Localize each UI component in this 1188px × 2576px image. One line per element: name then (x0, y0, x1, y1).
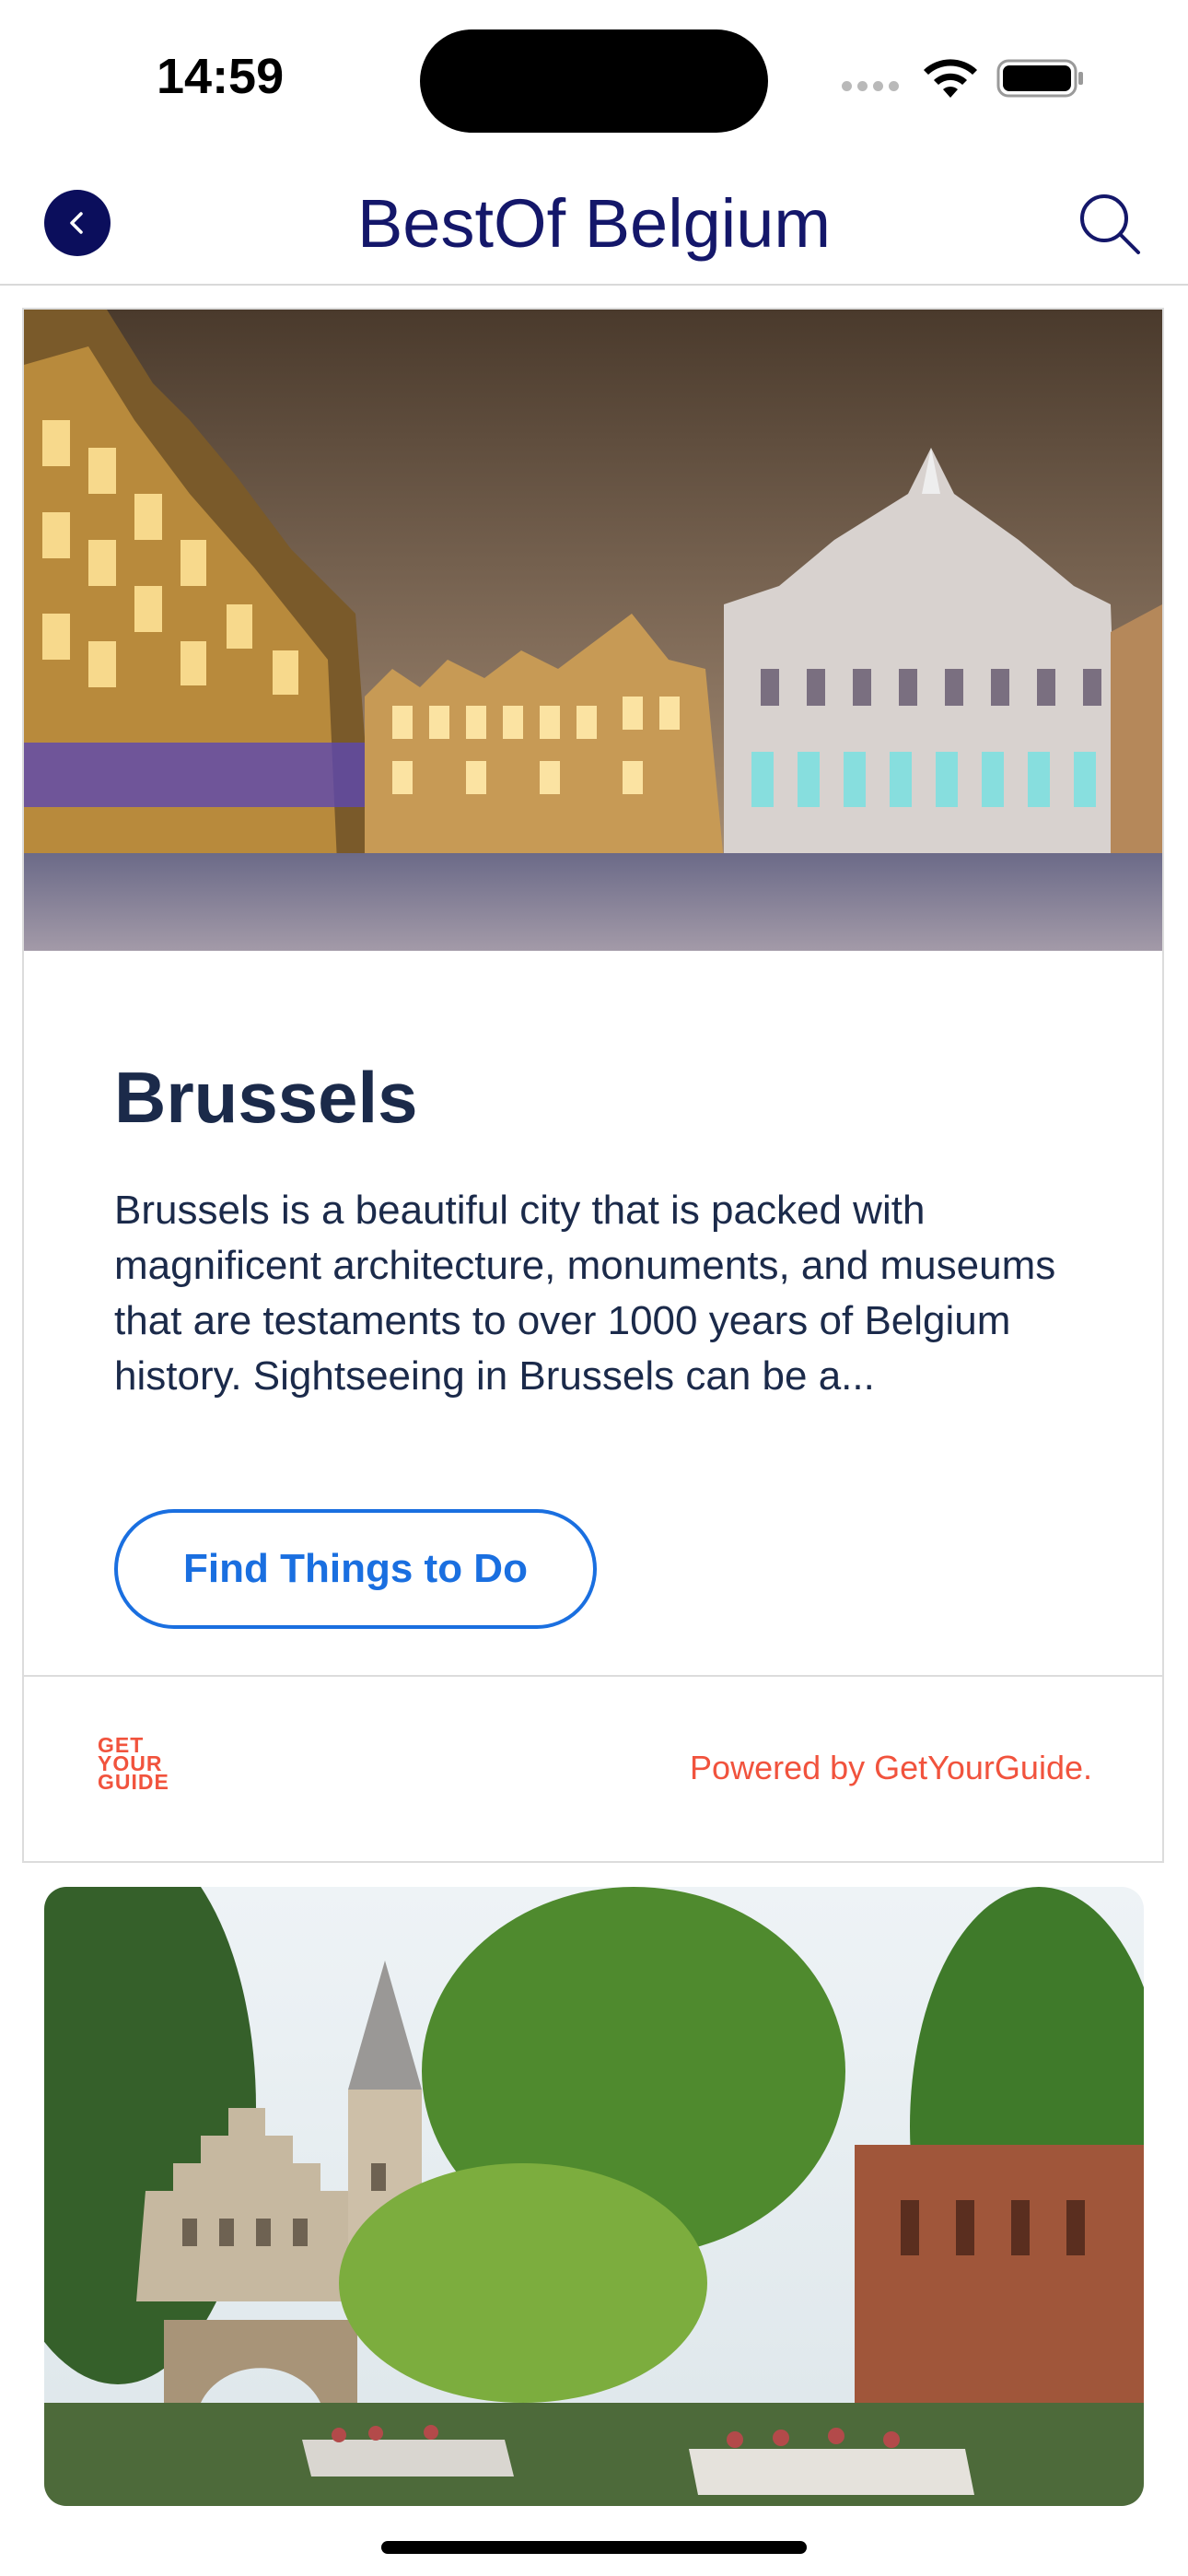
battery-icon (996, 59, 1083, 98)
navigation-bar: BestOf Belgium (0, 157, 1188, 286)
status-bar: 14:59 (0, 0, 1188, 157)
city-title: Brussels (114, 1057, 418, 1138)
city-photo (24, 310, 1162, 951)
search-icon (1080, 194, 1140, 254)
status-time: 14:59 (157, 49, 285, 104)
card-divider (24, 1675, 1162, 1677)
wifi-icon (924, 59, 977, 98)
cellular-signal-icon (842, 77, 904, 95)
logo-line: GUIDE (98, 1770, 169, 1794)
search-button[interactable] (1076, 190, 1146, 260)
next-city-photo[interactable] (44, 1887, 1144, 2506)
find-things-button[interactable]: Find Things to Do (114, 1509, 597, 1629)
page-title: BestOf Belgium (356, 185, 832, 262)
city-card[interactable]: Brussels Brussels is a beautiful city th… (22, 308, 1164, 1863)
home-indicator[interactable] (381, 2541, 807, 2554)
powered-by-link[interactable]: Powered by GetYourGuide. (690, 1749, 1092, 1787)
getyourguide-logo: GET YOUR GUIDE (98, 1735, 175, 1794)
city-description: Brussels is a beautiful city that is pac… (114, 1188, 1056, 1399)
dynamic-island (420, 29, 768, 133)
